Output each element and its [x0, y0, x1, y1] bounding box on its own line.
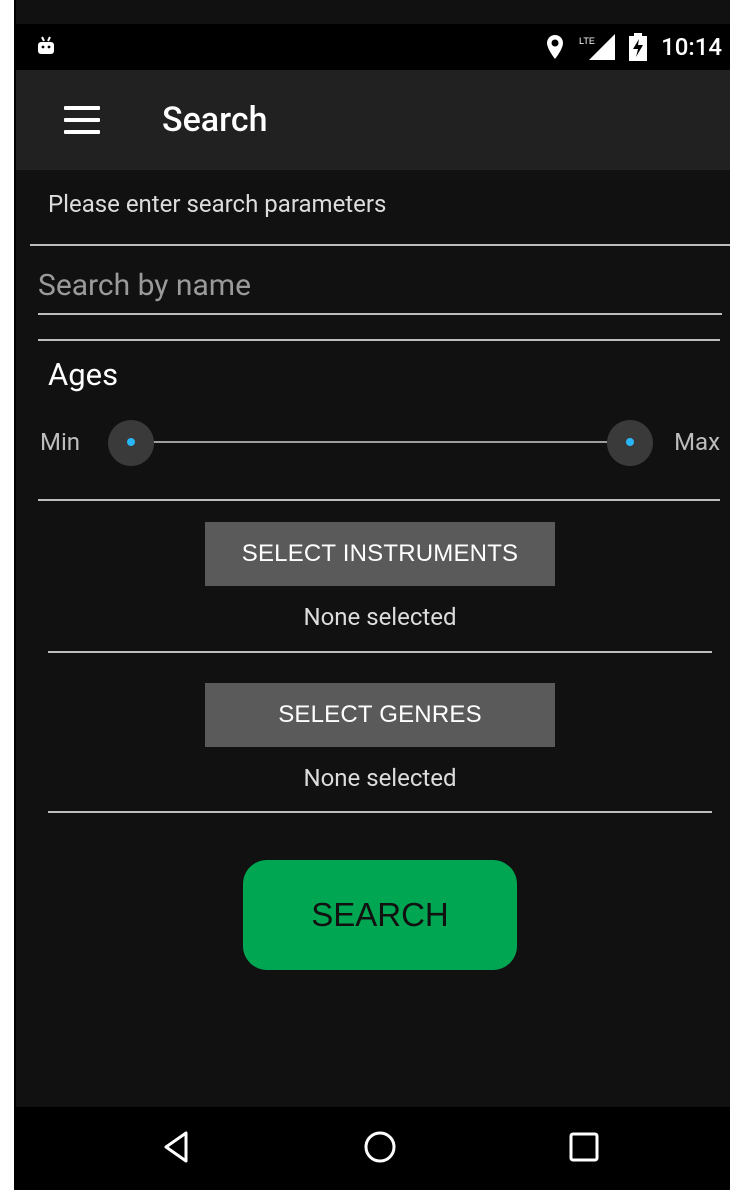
phone-screen: [14, 0, 730, 1190]
lte-signal-icon: LTE: [579, 34, 616, 60]
navigation-bar: [16, 1107, 730, 1190]
status-time: 10:14: [661, 33, 722, 61]
search-instructions: Please enter search parameters: [48, 190, 387, 218]
hamburger-menu-icon[interactable]: [64, 106, 100, 134]
android-robot-icon: [38, 36, 54, 54]
battery-charging-icon: [629, 33, 648, 61]
age-min-slider-dot: [127, 438, 135, 446]
age-min-label: Min: [40, 428, 81, 456]
search-name-input[interactable]: Search by name: [38, 268, 251, 303]
select-instruments-button[interactable]: SELECT INSTRUMENTS: [205, 522, 555, 586]
divider-genres: [48, 811, 712, 813]
search-button[interactable]: SEARCH: [243, 860, 517, 970]
instruments-selected-text: None selected: [303, 603, 457, 631]
ages-label: Ages: [48, 356, 119, 393]
recents-square-icon[interactable]: [564, 1127, 604, 1167]
divider-ages-top: [38, 339, 720, 341]
page-title: Search: [162, 100, 268, 140]
genres-selected-text: None selected: [303, 764, 457, 792]
select-genres-button[interactable]: SELECT GENRES: [205, 683, 555, 747]
age-max-slider-dot: [626, 438, 634, 446]
divider-instruments: [48, 651, 712, 653]
divider-ages-bottom: [38, 499, 720, 501]
age-range-slider-track[interactable]: [130, 441, 629, 443]
menu-line-icon: [64, 118, 100, 122]
search-input-underline: [38, 313, 722, 315]
search-name-placeholder: Search by name: [38, 268, 252, 303]
back-triangle-icon[interactable]: [158, 1127, 198, 1167]
location-pin-icon: [547, 35, 564, 59]
divider-top: [30, 244, 730, 246]
menu-line-icon: [64, 130, 100, 134]
status-bar: LTE 10:14: [16, 24, 730, 70]
home-circle-icon[interactable]: [360, 1127, 400, 1167]
menu-line-icon: [64, 106, 100, 110]
age-max-label: Max: [674, 428, 720, 456]
app-bar: Search: [16, 70, 730, 170]
svg-text:LTE: LTE: [579, 36, 595, 46]
